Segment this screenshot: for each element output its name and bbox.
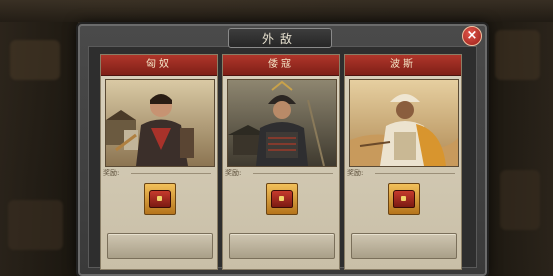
card-title: 倭寇	[223, 55, 339, 76]
card-title: 波斯	[345, 55, 461, 76]
divider	[131, 173, 211, 174]
card-title: 匈奴	[101, 55, 217, 76]
bg-decoration	[8, 200, 63, 250]
challenge-button[interactable]	[229, 233, 335, 259]
bg-decoration	[495, 30, 540, 80]
reward-text: 奖励:	[103, 169, 120, 177]
enemy-card-wokou[interactable]: 倭寇 奖励:	[222, 54, 340, 270]
reward-text: 奖励:	[347, 169, 364, 177]
reward-label: 奖励:	[103, 168, 215, 178]
treasure-chest-icon	[393, 190, 415, 208]
reward-item[interactable]	[388, 183, 420, 215]
divider	[253, 173, 333, 174]
samurai-portrait	[227, 79, 337, 167]
foreign-enemies-dialog: 外敌 × 匈奴 奖励: 倭寇 奖励: 波斯 奖励:	[78, 24, 487, 276]
bg-decoration	[10, 40, 60, 80]
enemy-card-xiongnu[interactable]: 匈奴 奖励:	[100, 54, 218, 270]
reward-item[interactable]	[144, 183, 176, 215]
dialog-title: 外敌	[228, 28, 332, 48]
top-bar-blurred	[0, 0, 553, 22]
challenge-button[interactable]	[351, 233, 457, 259]
warrior-portrait	[105, 79, 215, 167]
enemy-card-persia[interactable]: 波斯 奖励:	[344, 54, 462, 270]
reward-label: 奖励:	[347, 168, 459, 178]
challenge-button[interactable]	[107, 233, 213, 259]
persian-portrait	[349, 79, 459, 167]
bg-decoration	[500, 170, 540, 230]
reward-label: 奖励:	[225, 168, 337, 178]
close-icon: ×	[466, 28, 478, 43]
treasure-chest-icon	[271, 190, 293, 208]
close-button[interactable]: ×	[462, 26, 482, 46]
divider	[375, 173, 455, 174]
treasure-chest-icon	[149, 190, 171, 208]
reward-item[interactable]	[266, 183, 298, 215]
reward-text: 奖励:	[225, 169, 242, 177]
